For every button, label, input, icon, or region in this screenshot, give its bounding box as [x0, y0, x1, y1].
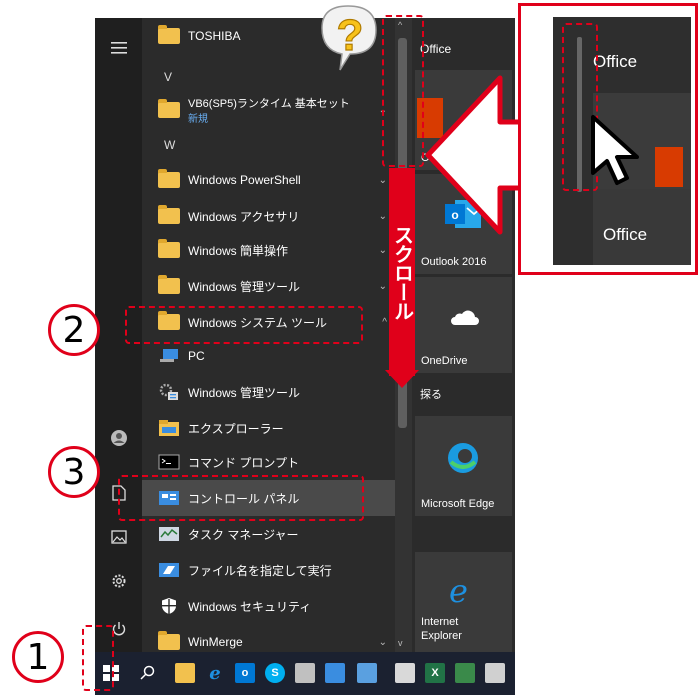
skype-taskbar-icon[interactable]: S: [265, 663, 285, 683]
paint-taskbar-icon[interactable]: [295, 663, 315, 683]
tile-group-office-label[interactable]: Office: [420, 42, 451, 56]
app-folder-admin-tools[interactable]: Windows 管理ツール ⌄: [142, 268, 395, 304]
new-badge: 新規: [188, 114, 208, 125]
taskbar: e o S X: [95, 652, 515, 695]
edge-tile[interactable]: Microsoft Edge: [415, 416, 512, 516]
scroll-arrow-down-icon: [385, 370, 419, 388]
app-folder-accessories[interactable]: Windows アクセサリ ⌄: [142, 198, 395, 234]
app-folder-ease-of-access[interactable]: Windows 簡単操作 ⌄: [142, 232, 395, 268]
chevron-down-icon: ⌄: [378, 244, 387, 256]
pc-icon: [158, 347, 180, 365]
question-mark: ?: [337, 11, 364, 60]
app-taskbar-icon-3[interactable]: [455, 663, 475, 683]
system-tools-highlight: [125, 306, 363, 344]
app-windows-security[interactable]: Windows セキュリティ: [142, 588, 395, 624]
scroll-down-arrow-icon[interactable]: v: [398, 638, 403, 648]
command-prompt-icon: [158, 453, 180, 471]
explorer-icon: [158, 419, 180, 437]
tile-group-explore-label[interactable]: 探る: [420, 386, 442, 402]
ie-logo-icon: e: [449, 572, 468, 610]
edge-icon: [448, 443, 478, 473]
scrollbar-highlight: [382, 15, 424, 167]
app-taskbar-icon[interactable]: [325, 663, 345, 683]
folder-icon: [158, 99, 180, 119]
chevron-down-icon: ⌄: [378, 174, 387, 186]
chevron-down-icon: ⌄: [378, 636, 387, 648]
zoom-office-label-top: Office: [593, 52, 638, 71]
admin-tools-icon: [158, 383, 180, 401]
folder-icon: [158, 275, 180, 295]
outlook-taskbar-icon[interactable]: o: [235, 663, 255, 683]
internet-explorer-tile[interactable]: e Internet Explorer: [415, 552, 512, 652]
gear-icon[interactable]: [95, 566, 142, 596]
folder-icon: [158, 631, 180, 651]
folder-icon: [158, 239, 180, 259]
step-3-badge: 3: [48, 446, 100, 498]
chevron-down-icon: ⌄: [378, 210, 387, 222]
shield-icon: [158, 597, 180, 615]
mouse-cursor-icon: [591, 115, 639, 185]
folder-icon: [158, 205, 180, 225]
chevron-up-icon: ^: [382, 316, 387, 328]
question-bubble-icon: ?: [321, 5, 377, 71]
app-taskbar-icon-4[interactable]: [485, 663, 505, 683]
notepad-taskbar-icon[interactable]: [395, 663, 415, 683]
user-icon[interactable]: [95, 423, 142, 453]
run-icon: [158, 561, 180, 579]
zoom-office-logo-icon: [655, 147, 683, 187]
scroll-annotation: スクロール: [389, 168, 415, 376]
app-task-manager[interactable]: タスク マネージャー: [142, 516, 395, 552]
app-run[interactable]: ファイル名を指定して実行: [142, 552, 395, 588]
app-folder-vb6[interactable]: VB6(SP5)ランタイム 基本セット 新規 ⌄: [142, 90, 395, 130]
pointer-arrow-icon: [425, 75, 530, 235]
excel-taskbar-icon[interactable]: X: [425, 663, 445, 683]
app-folder-powershell[interactable]: Windows PowerShell ⌄: [142, 162, 395, 198]
folder-icon: [158, 25, 180, 45]
control-panel-highlight: [118, 475, 364, 521]
hamburger-icon[interactable]: [95, 33, 142, 63]
onedrive-tile[interactable]: OneDrive: [415, 277, 512, 373]
ie-taskbar-icon[interactable]: e: [205, 663, 225, 684]
task-manager-icon: [158, 525, 180, 543]
app-taskbar-icon-2[interactable]: [357, 663, 377, 683]
app-explorer[interactable]: エクスプローラー: [142, 410, 395, 446]
step-2-badge: 2: [48, 304, 100, 356]
step-1-badge: 1: [12, 631, 64, 683]
search-icon[interactable]: [137, 663, 157, 683]
pictures-icon[interactable]: [95, 522, 142, 552]
file-explorer-taskbar-icon[interactable]: [175, 663, 195, 683]
start-button-highlight: [82, 625, 114, 691]
section-letter-w[interactable]: W: [164, 138, 175, 152]
section-letter-v[interactable]: V: [164, 70, 172, 84]
folder-icon: [158, 169, 180, 189]
zoom-office-label-bottom: Office: [603, 225, 648, 244]
chevron-down-icon: ⌄: [378, 280, 387, 292]
zoom-inset-content: Office Office: [553, 17, 691, 265]
app-admin-tools[interactable]: Windows 管理ツール: [142, 374, 395, 410]
onedrive-cloud-icon: [451, 310, 479, 325]
